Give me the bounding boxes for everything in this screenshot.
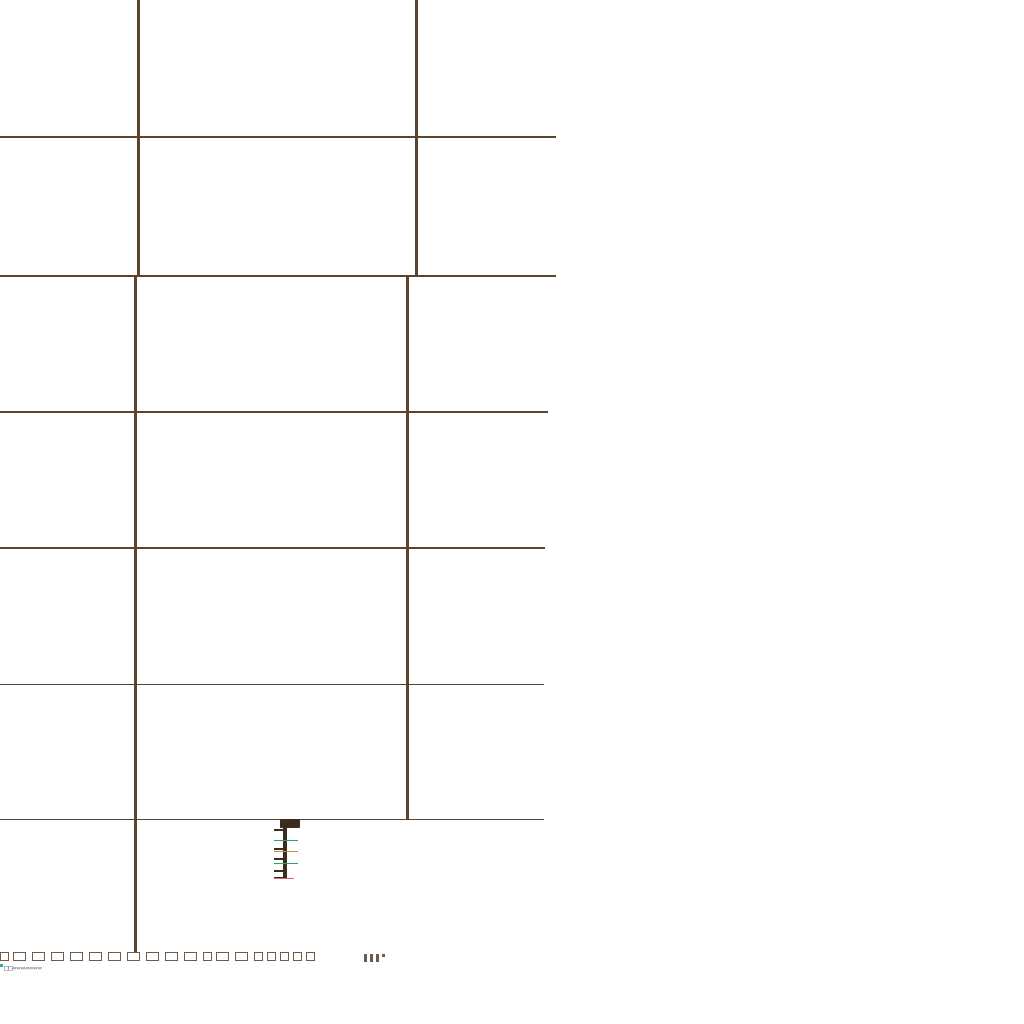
strip-cell xyxy=(184,952,197,961)
indicator-tick-accent xyxy=(274,863,298,864)
indicator-tick-accent xyxy=(274,840,298,841)
indicator-tick xyxy=(274,858,284,860)
strip-cell xyxy=(108,952,121,961)
strip-cell xyxy=(146,952,159,961)
strip-cell xyxy=(293,952,302,961)
grid-hline-3 xyxy=(0,411,548,413)
strip-cell xyxy=(267,952,276,961)
indicator-tick-accent xyxy=(274,851,298,852)
strip-cell xyxy=(127,952,140,961)
strip-cell xyxy=(203,952,212,961)
strip-cell xyxy=(70,952,83,961)
grid-hline-4 xyxy=(0,547,545,549)
grid-vline-top-right xyxy=(415,0,418,276)
indicator-tick xyxy=(274,870,284,872)
strip-cell xyxy=(306,952,315,961)
indicator-cap xyxy=(280,819,300,828)
level-indicator-icon xyxy=(272,818,304,882)
bottom-cell-strip: □□▱▱▱▱▱▱▱ xyxy=(0,952,400,974)
strip-caption: □□▱▱▱▱▱▱▱ xyxy=(4,964,42,972)
grid-vline-top-left xyxy=(137,0,140,276)
grid-hline-5 xyxy=(0,684,544,685)
accent-dot xyxy=(0,964,3,967)
strip-cell xyxy=(32,952,45,961)
hash-marker-icon xyxy=(360,954,386,962)
grid-canvas: □□▱▱▱▱▱▱▱ xyxy=(0,0,1024,1024)
indicator-tick xyxy=(274,848,284,850)
strip-cell xyxy=(165,952,178,961)
grid-vline-mid-left xyxy=(134,276,137,956)
indicator-tick xyxy=(274,829,284,831)
strip-cell xyxy=(280,952,289,961)
indicator-tick-accent xyxy=(274,878,294,879)
strip-cell xyxy=(216,952,229,961)
strip-cell xyxy=(235,952,248,961)
strip-cell xyxy=(51,952,64,961)
strip-cell xyxy=(254,952,263,961)
grid-hline-2 xyxy=(0,275,556,277)
cell-row xyxy=(0,952,319,961)
grid-hline-1 xyxy=(0,136,556,138)
strip-cell xyxy=(89,952,102,961)
strip-cell xyxy=(0,952,9,961)
strip-cell xyxy=(13,952,26,961)
